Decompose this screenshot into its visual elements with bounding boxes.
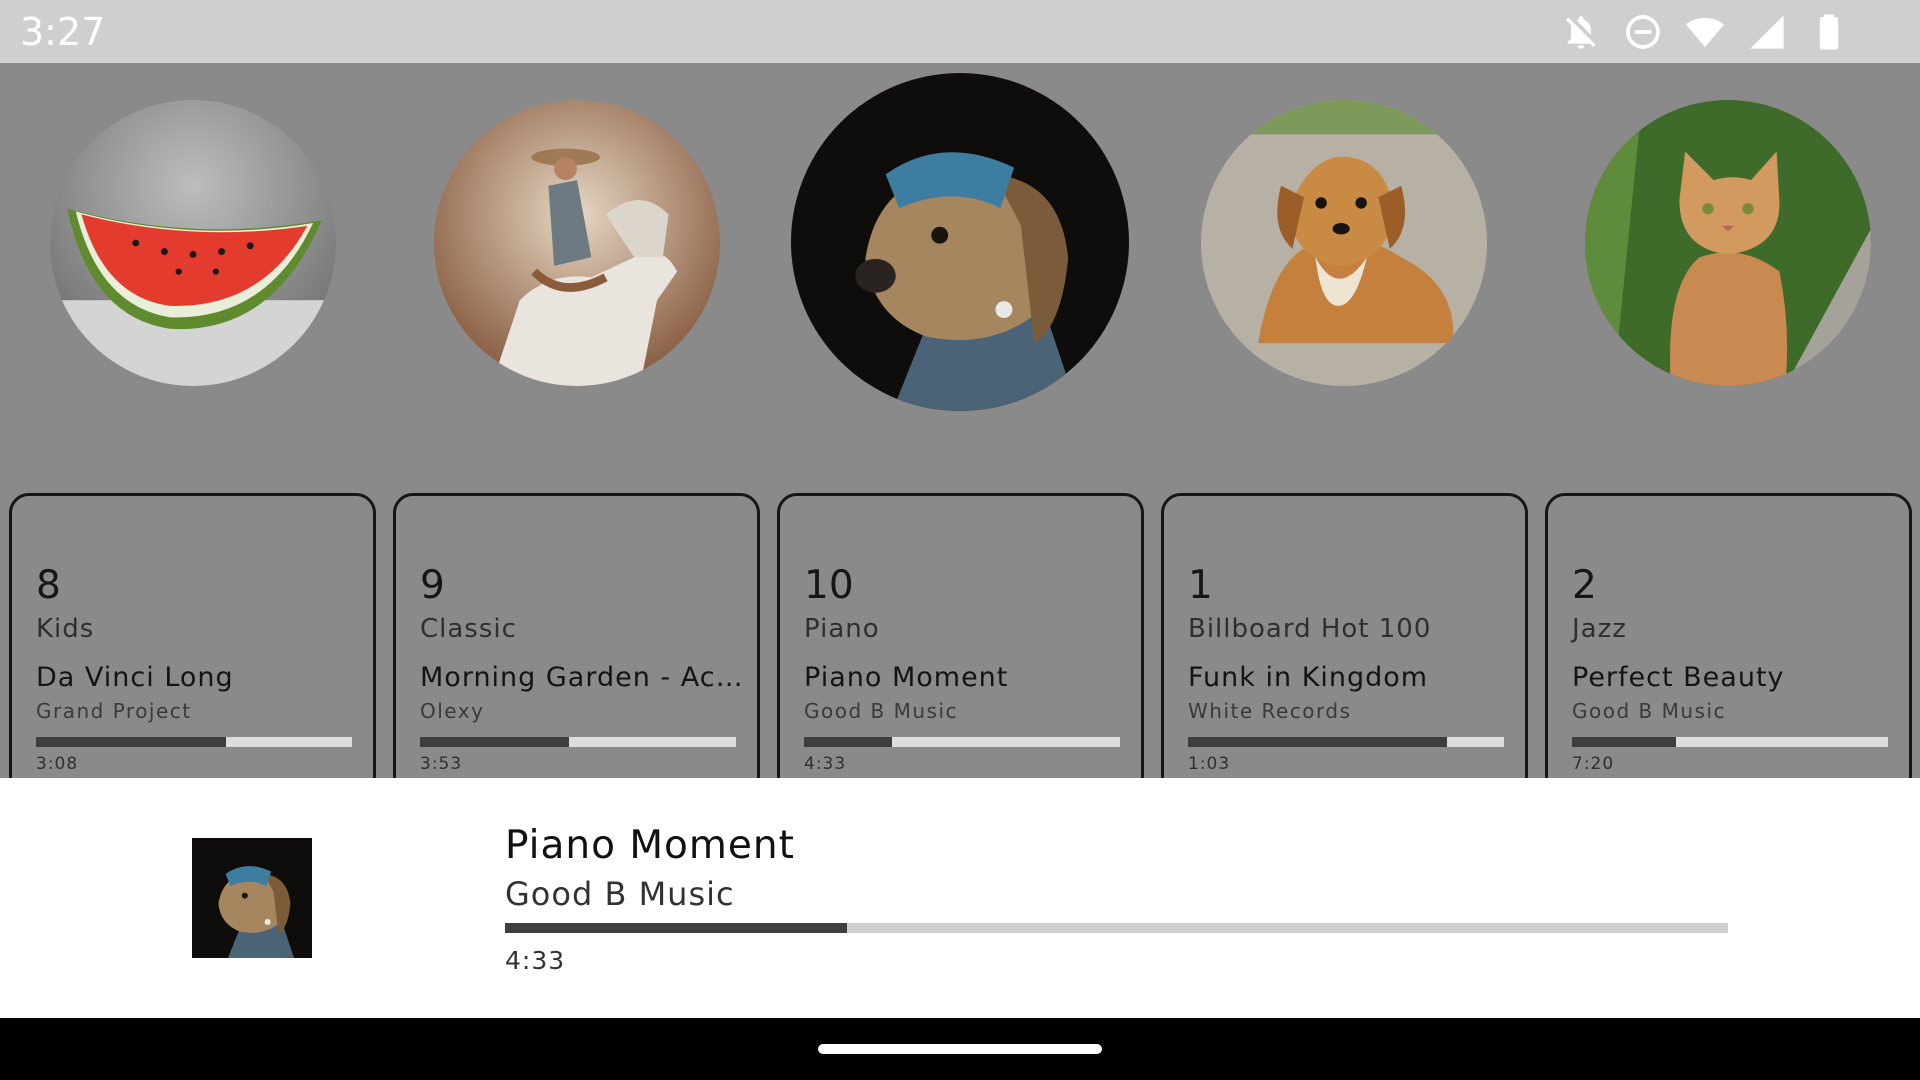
card-progress-bar[interactable] <box>1572 737 1888 747</box>
card-genre: Jazz <box>1572 614 1627 644</box>
now-playing-artist: Good B Music <box>505 875 735 913</box>
card-number: 10 <box>804 563 854 608</box>
card-genre: Kids <box>36 614 95 644</box>
progress-fill <box>505 923 848 933</box>
dog-pearl-earring-image <box>791 73 1129 411</box>
progress-fill <box>420 737 569 747</box>
card-progress-bar[interactable] <box>804 737 1120 747</box>
card-artist: Olexy <box>420 699 485 723</box>
card-duration: 4:33 <box>804 754 847 774</box>
card-artist: Good B Music <box>804 699 959 723</box>
signal-icon <box>1750 15 1784 49</box>
cowboy-horse-image <box>434 100 720 386</box>
card-number: 9 <box>420 563 445 608</box>
now-playing-progress-bar[interactable] <box>505 923 1728 933</box>
card-progress-bar[interactable] <box>1188 737 1504 747</box>
cat-image <box>1585 100 1871 386</box>
card-title: Funk in Kingdom <box>1188 662 1429 693</box>
card-progress-bar[interactable] <box>36 737 352 747</box>
card-duration: 7:20 <box>1572 754 1615 774</box>
now-playing-bar[interactable]: Piano Moment Good B Music 4:33 <box>0 778 1920 1018</box>
now-playing-duration: 4:33 <box>505 946 566 975</box>
card-number: 8 <box>36 563 61 608</box>
card-artist: White Records <box>1188 699 1352 723</box>
cowboy-horse-artwork[interactable] <box>434 100 720 386</box>
dog-pearl-earring-artwork[interactable] <box>791 73 1129 411</box>
battery-icon <box>1819 14 1839 50</box>
navigation-bar <box>0 1018 1920 1080</box>
card-artist: Grand Project <box>36 699 192 723</box>
progress-fill <box>1188 737 1448 747</box>
card-title: Perfect Beauty <box>1572 662 1785 693</box>
card-genre: Classic <box>420 614 517 644</box>
card-duration: 3:53 <box>420 754 463 774</box>
dog-artwork[interactable] <box>1201 100 1487 386</box>
notifications-off-icon <box>1566 16 1596 49</box>
card-progress-bar[interactable] <box>420 737 736 747</box>
card-title: Da Vinci Long <box>36 662 234 693</box>
progress-fill <box>1572 737 1677 747</box>
dog-image <box>1201 100 1487 386</box>
progress-fill <box>36 737 226 747</box>
now-playing-title: Piano Moment <box>505 823 795 868</box>
dog-pearl-earring-thumbnail <box>192 838 312 958</box>
cat-artwork[interactable] <box>1585 100 1871 386</box>
status-bar: 3:27 <box>0 0 1920 63</box>
status-time: 3:27 <box>20 10 106 54</box>
home-gesture-handle[interactable] <box>818 1044 1102 1054</box>
card-genre: Billboard Hot 100 <box>1188 614 1432 644</box>
watermelon-image <box>50 100 336 386</box>
card-duration: 1:03 <box>1188 754 1231 774</box>
card-number: 2 <box>1572 563 1597 608</box>
progress-fill <box>804 737 893 747</box>
card-number: 1 <box>1188 563 1213 608</box>
wifi-icon <box>1685 17 1725 47</box>
card-genre: Piano <box>804 614 880 644</box>
status-icons <box>1560 12 1850 52</box>
card-artist: Good B Music <box>1572 699 1727 723</box>
card-title: Piano Moment <box>804 662 1009 693</box>
do-not-disturb-icon <box>1626 15 1660 49</box>
playlist-carousel[interactable]: 8 Kids Da Vinci Long Grand Project 3:08 … <box>0 63 1920 833</box>
card-duration: 3:08 <box>36 754 79 774</box>
now-playing-artwork[interactable] <box>192 838 312 958</box>
card-title: Morning Garden - Acou… <box>420 662 745 693</box>
watermelon-artwork[interactable] <box>50 100 336 386</box>
